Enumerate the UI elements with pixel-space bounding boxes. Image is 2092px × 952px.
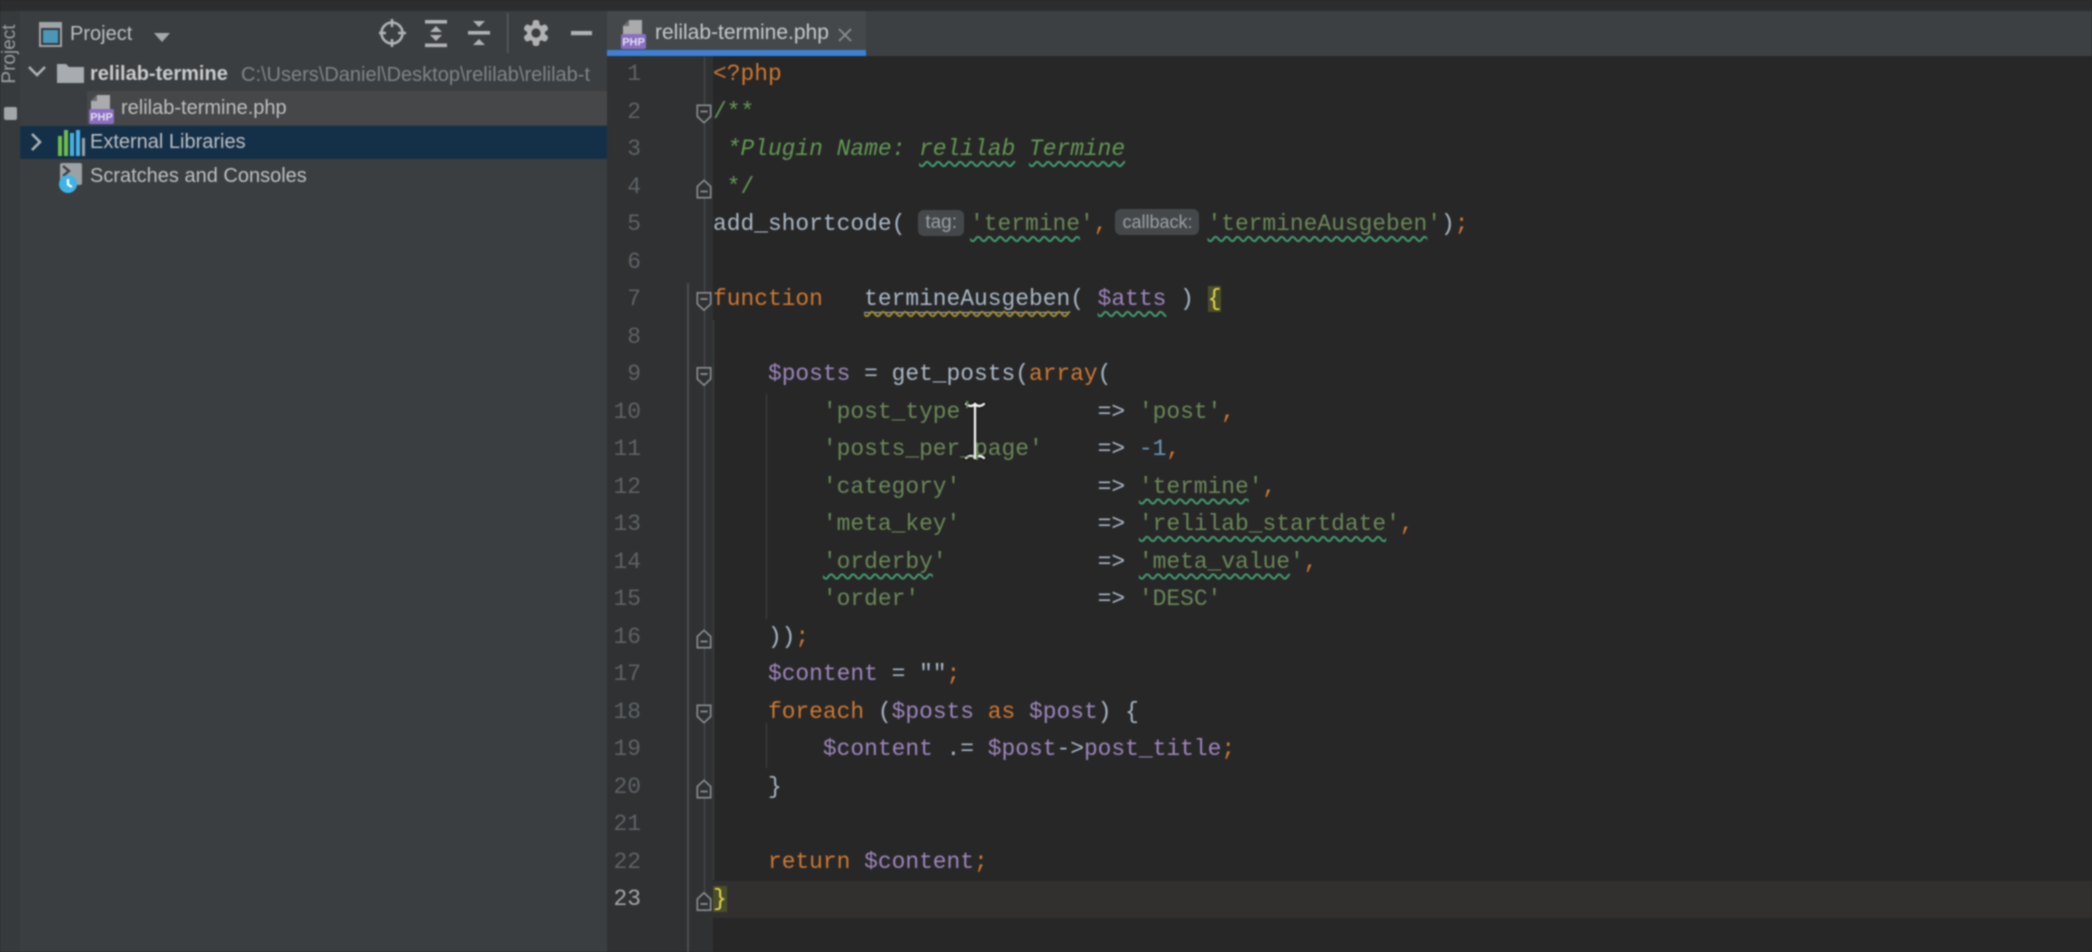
svg-text:PHP: PHP xyxy=(90,112,113,124)
svg-text:PHP: PHP xyxy=(622,37,645,49)
